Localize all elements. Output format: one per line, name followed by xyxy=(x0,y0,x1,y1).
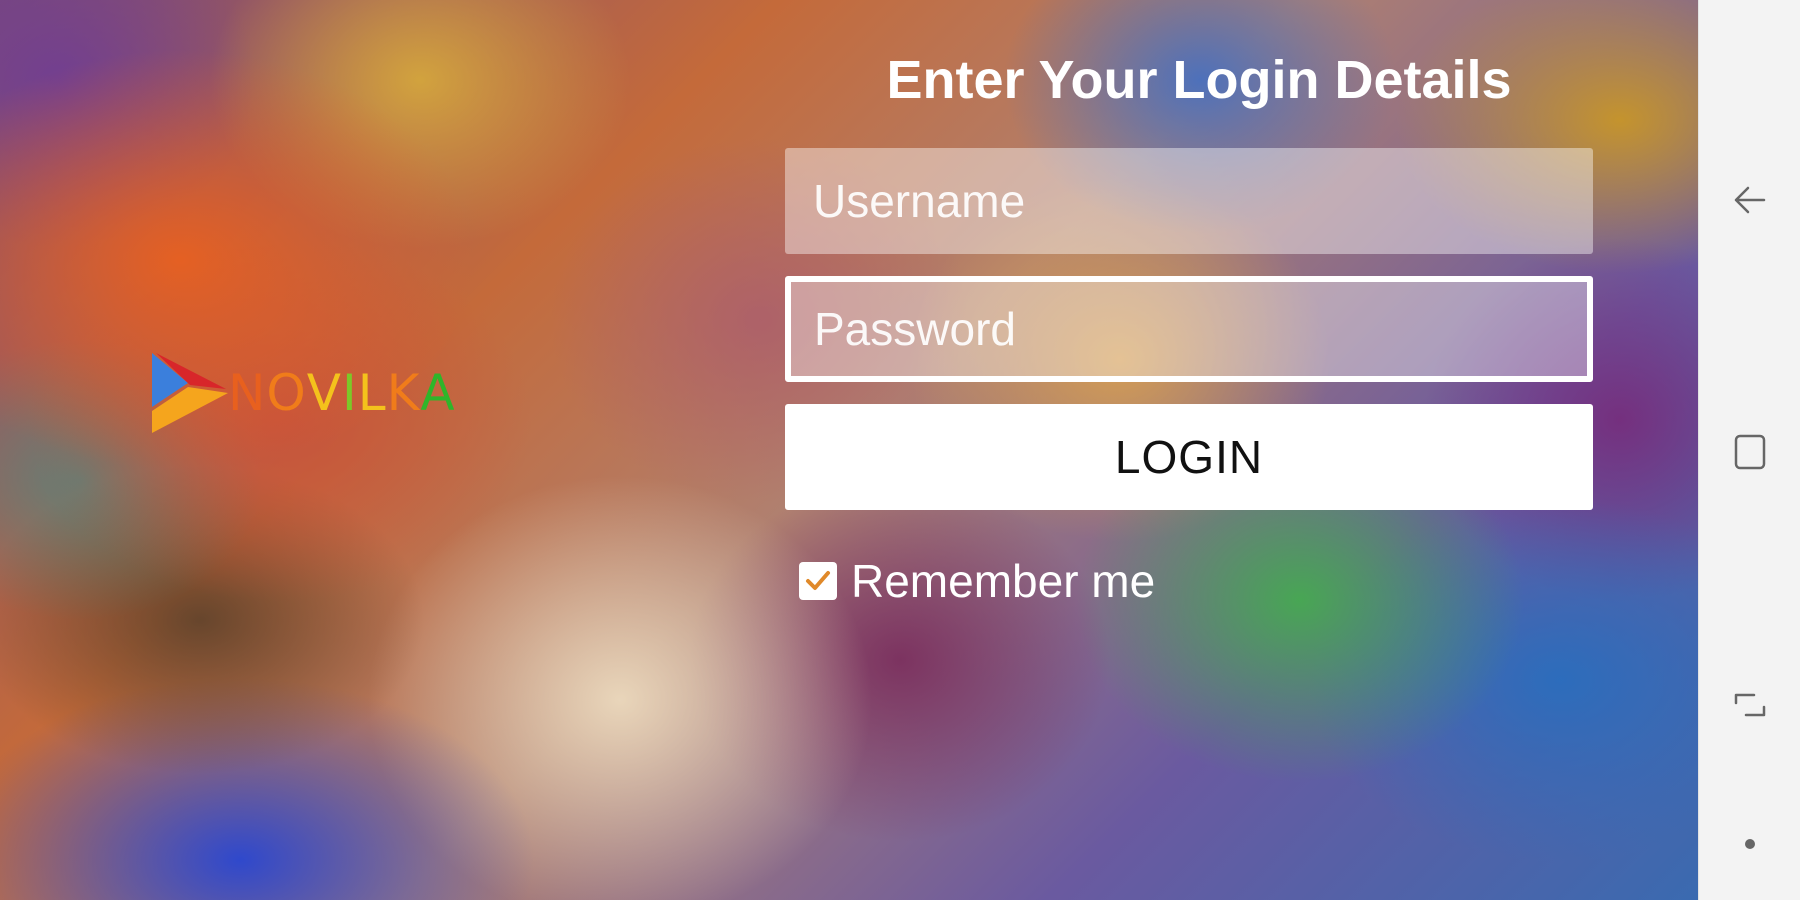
logo-mark-icon xyxy=(152,353,228,433)
nav-back-button[interactable] xyxy=(1699,160,1800,240)
username-input[interactable] xyxy=(785,148,1593,254)
checkmark-icon xyxy=(806,571,830,590)
remember-me-row[interactable]: Remember me xyxy=(799,554,1593,608)
logo-letter: V xyxy=(306,364,342,422)
remember-me-checkbox[interactable] xyxy=(799,562,837,600)
android-nav-bar xyxy=(1698,0,1800,900)
login-form: Enter Your Login Details LOGIN Remember … xyxy=(785,40,1593,608)
logo-letter: N xyxy=(228,364,267,422)
login-button[interactable]: LOGIN xyxy=(785,404,1593,510)
logo-wordmark: NOVILKA xyxy=(228,364,456,422)
password-input[interactable] xyxy=(785,276,1593,382)
novilka-logo: NOVILKA xyxy=(148,348,456,438)
logo-letter: K xyxy=(386,364,421,422)
login-title: Enter Your Login Details xyxy=(886,50,1512,110)
nav-dot-button[interactable] xyxy=(1699,804,1800,884)
nav-recents-button[interactable] xyxy=(1699,665,1800,745)
logo-letter: O xyxy=(266,364,307,422)
recents-icon xyxy=(1734,693,1766,717)
dot-icon xyxy=(1745,839,1755,849)
app-screen: NOVILKA Enter Your Login Details LOGIN R… xyxy=(0,0,1800,900)
home-icon xyxy=(1734,434,1766,470)
nav-home-button[interactable] xyxy=(1699,412,1800,492)
logo-letter: L xyxy=(357,364,387,422)
logo-letter: I xyxy=(341,364,358,422)
logo-letter: A xyxy=(420,364,456,422)
back-icon xyxy=(1734,186,1766,214)
remember-me-label: Remember me xyxy=(851,555,1156,607)
